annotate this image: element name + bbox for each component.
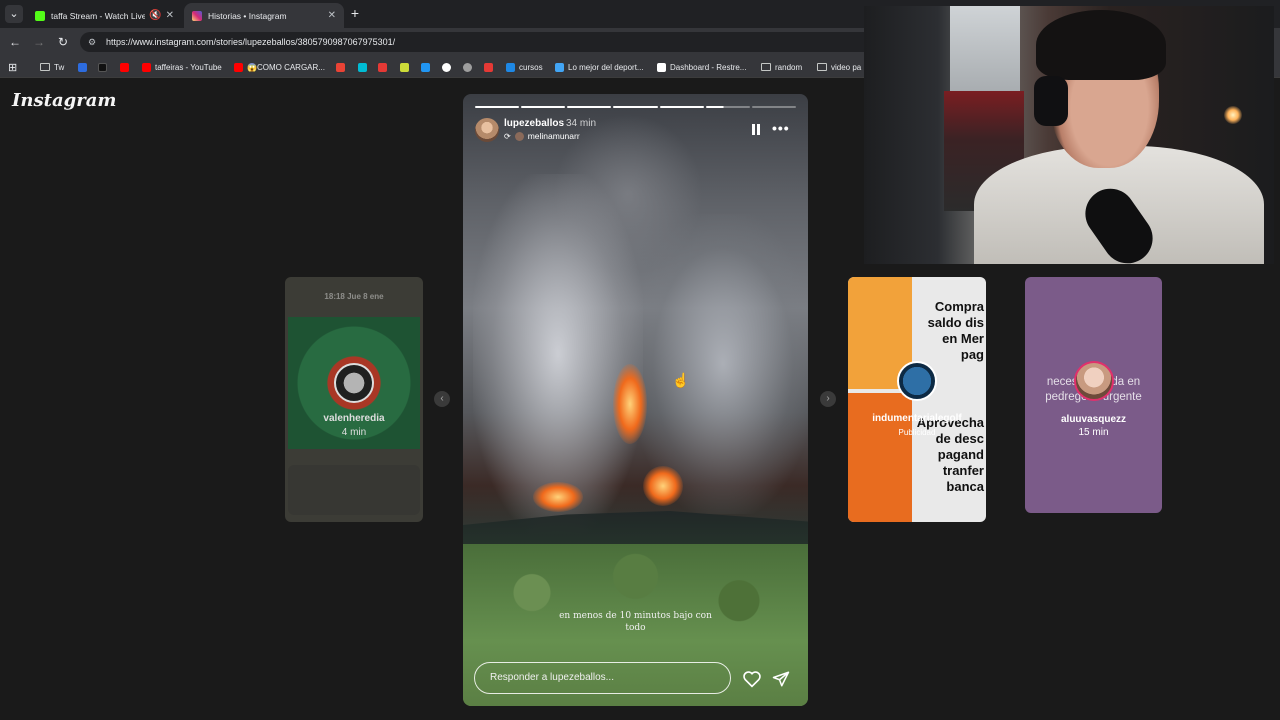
- bookmark-icon: [421, 62, 430, 72]
- bookmark-red[interactable]: [378, 60, 391, 74]
- apps-icon[interactable]: ⊞: [8, 60, 17, 74]
- ad-text: Aprovecha de desc pagand tranfer banca: [916, 415, 984, 494]
- folder-icon: [761, 63, 771, 71]
- instagram-icon: [192, 10, 202, 21]
- repost-icon: ⟳: [504, 131, 511, 141]
- tab-title: Historias • Instagram: [208, 10, 287, 21]
- bookmark-gray[interactable]: [463, 60, 476, 74]
- avatar: [334, 363, 374, 403]
- bookmark-folder-video[interactable]: video pa: [817, 60, 861, 74]
- avatar: [514, 131, 524, 141]
- side-story-indumentarialegolf[interactable]: Compra saldo dis en Mer pag Aprovecha de…: [848, 277, 986, 522]
- site-info-icon[interactable]: ⚙: [88, 37, 100, 48]
- bookmark-youtube[interactable]: [120, 60, 133, 74]
- side-story-username: valenheredia: [323, 413, 385, 424]
- bookmark-green[interactable]: [400, 60, 413, 74]
- bookmark-icon: [506, 62, 515, 72]
- tab-instagram[interactable]: Historias • Instagram ✕: [184, 3, 344, 28]
- address-bar[interactable]: ⚙ https://www.instagram.com/stories/lupe…: [80, 32, 880, 52]
- story-progress-bar: [475, 106, 796, 108]
- send-icon[interactable]: [772, 670, 790, 688]
- bookmark-folder-random[interactable]: random: [761, 60, 802, 74]
- bookmark-dashboard[interactable]: Dashboard - Restre...: [657, 60, 746, 74]
- folder-icon: [817, 63, 827, 71]
- p-icon: [358, 62, 367, 72]
- bookmark-gmail[interactable]: [336, 60, 349, 74]
- side-story-valenheredia[interactable]: 18:18 Jue 8 ene valenheredia 4 min: [285, 277, 423, 522]
- gmail-icon: [336, 62, 345, 72]
- bookmark-blue[interactable]: [421, 60, 434, 74]
- bookmark-river[interactable]: [484, 60, 497, 74]
- streamer-hair: [1036, 10, 1166, 80]
- side-story-username: indumentarialegolf: [872, 413, 962, 424]
- fire: [643, 466, 683, 506]
- bookmark-icon: [400, 62, 409, 72]
- heart-icon[interactable]: [742, 670, 762, 688]
- url-text: https://www.instagram.com/stories/lupeze…: [106, 37, 396, 47]
- lamp: [1224, 106, 1242, 124]
- bookmark-paypal[interactable]: [78, 60, 91, 74]
- more-options-icon[interactable]: •••: [772, 120, 790, 136]
- back-icon[interactable]: ←: [6, 33, 24, 51]
- close-tab-icon[interactable]: ✕: [328, 10, 336, 21]
- river-icon: [484, 62, 493, 72]
- avatar: [897, 361, 937, 401]
- reload-icon[interactable]: ↻: [54, 33, 72, 51]
- side-story-time: 15 min: [1078, 427, 1109, 438]
- bookmark-icon: [463, 62, 472, 72]
- story-time: 34 min: [566, 118, 597, 129]
- story-viewer[interactable]: lupezeballos 34 min ⟳ melinamunarr ••• ☝…: [463, 94, 808, 706]
- bookmark-como-cargar[interactable]: 😱COMO CARGAR...: [234, 60, 325, 74]
- instagram-logo[interactable]: Instagram: [12, 90, 116, 111]
- fire: [533, 482, 583, 512]
- story-username[interactable]: lupezeballos: [504, 118, 564, 129]
- bookmark-folder-tw[interactable]: Tw: [40, 60, 64, 74]
- reshared-from[interactable]: ⟳ melinamunarr: [504, 131, 580, 141]
- pause-icon[interactable]: [751, 124, 761, 135]
- webcam-overlay: [864, 6, 1274, 264]
- previous-story-arrow[interactable]: ‹: [434, 391, 450, 407]
- ad-text: Compra saldo dis en Mer pag: [927, 299, 984, 362]
- new-tab-button[interactable]: +: [346, 4, 364, 22]
- bookmark-lo-mejor[interactable]: Lo mejor del deport...: [555, 60, 644, 74]
- bookmark-taffeiras-youtube[interactable]: taffeiras - YouTube: [142, 60, 222, 74]
- paypal-icon: [78, 62, 87, 72]
- folder-icon: [40, 63, 50, 71]
- tab-kick-stream[interactable]: taffa Stream - Watch Live o 🔇 ✕: [27, 3, 182, 28]
- next-story-arrow[interactable]: ›: [820, 391, 836, 407]
- youtube-icon: [120, 62, 129, 72]
- kick-icon: [35, 10, 45, 21]
- tab-search-button[interactable]: ⌄: [5, 5, 23, 23]
- tab-title: taffa Stream - Watch Live o: [51, 10, 146, 21]
- headset: [1034, 76, 1068, 126]
- bookmark-cursos[interactable]: cursos: [506, 60, 543, 74]
- mute-icon[interactable]: 🔇: [149, 10, 161, 21]
- side-story-username: aluuvasquezz: [1060, 414, 1127, 425]
- bookmark-icon: [378, 62, 387, 72]
- forward-icon[interactable]: →: [30, 33, 48, 51]
- close-tab-icon[interactable]: ✕: [166, 10, 174, 21]
- bookmark-tiktok[interactable]: [98, 60, 111, 74]
- bookmark-icon: [442, 62, 451, 72]
- story-header-text: 18:18 Jue 8 ene: [324, 292, 384, 301]
- side-story-aluuvasquezz[interactable]: necesito ayuda en pedregoso urgente aluu…: [1025, 277, 1162, 513]
- bookmark-icon: [555, 62, 564, 72]
- hand-cursor-icon: ☝: [672, 372, 690, 388]
- smoke: [473, 174, 643, 534]
- story-caption: en menos de 10 minutos bajo con todo: [559, 611, 712, 633]
- avatar[interactable]: [475, 118, 499, 142]
- bookmark-p[interactable]: [358, 60, 371, 74]
- fire: [613, 364, 647, 444]
- sponsored-label: Publicidad: [898, 428, 936, 437]
- youtube-icon: [234, 62, 243, 72]
- reply-input[interactable]: Responder a lupezeballos...: [474, 662, 731, 694]
- bookmark-white[interactable]: [442, 60, 455, 74]
- tiktok-icon: [98, 62, 107, 72]
- avatar: [1073, 361, 1114, 401]
- side-story-time: 4 min: [341, 427, 367, 438]
- r-icon: [657, 62, 666, 72]
- music-player: [288, 465, 420, 515]
- youtube-icon: [142, 62, 151, 72]
